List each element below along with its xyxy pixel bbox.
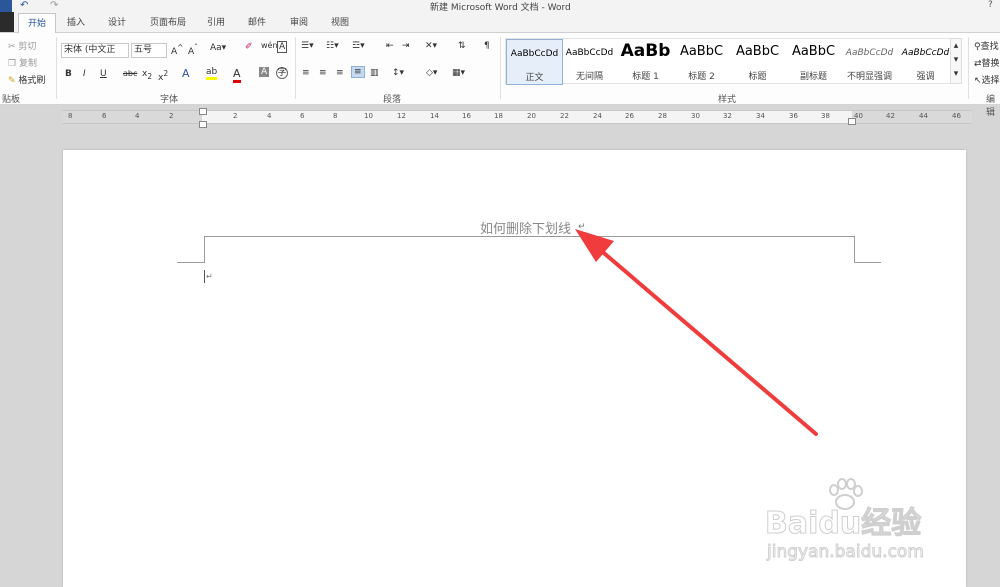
header-paragraph-mark: ↵ xyxy=(578,222,586,232)
watermark-brand: Baidu经验 xyxy=(764,506,922,542)
baidu-watermark: Baidu经验 jingyan.baidu.com xyxy=(735,478,990,578)
paragraph-mark: ↵ xyxy=(206,272,213,281)
margin-mark-left xyxy=(177,236,205,263)
annotation-arrow-shaft xyxy=(596,246,818,436)
watermark-url: jingyan.baidu.com xyxy=(767,542,925,563)
margin-mark-right xyxy=(854,236,881,263)
header-text[interactable]: 如何删除下划线 xyxy=(480,218,571,237)
